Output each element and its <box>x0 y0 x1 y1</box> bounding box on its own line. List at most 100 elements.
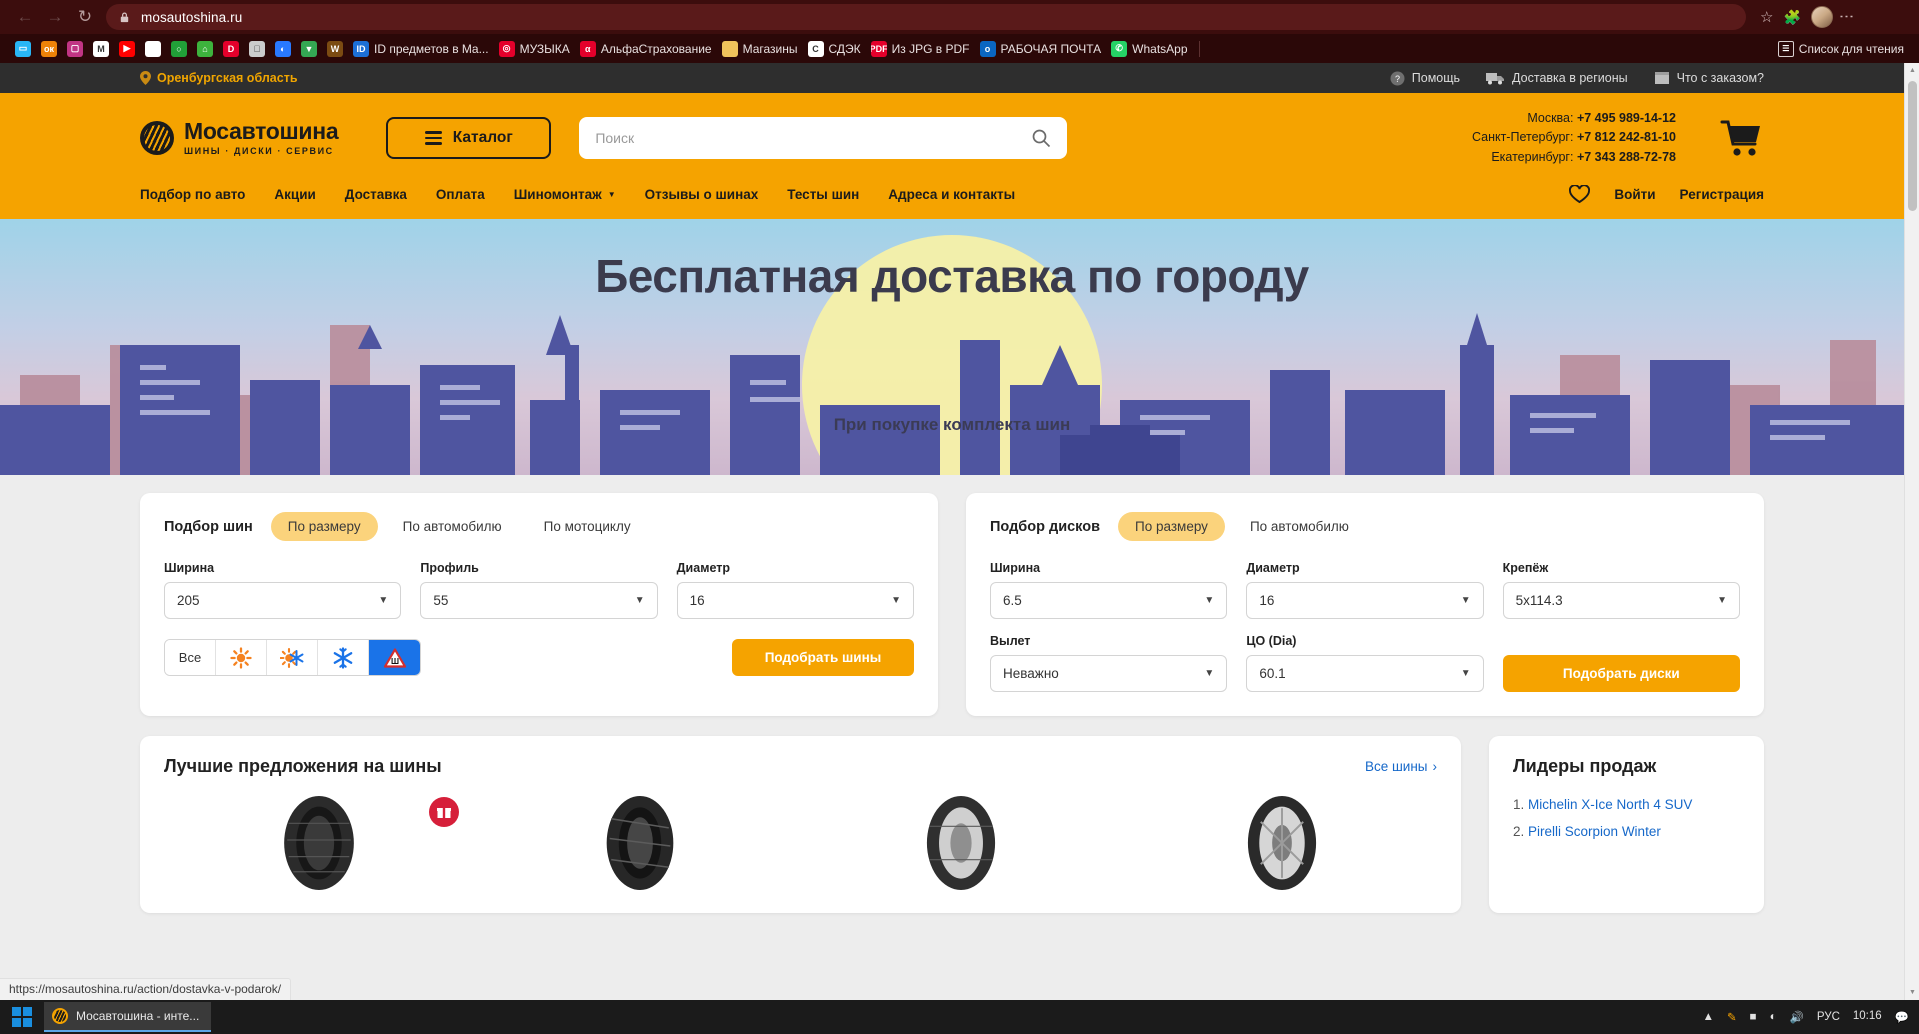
bookmark-item[interactable]: Магазины <box>717 38 803 60</box>
tire-card-1[interactable] <box>164 793 473 893</box>
site-logo[interactable]: Мосавтошина ШИНЫ · ДИСКИ · СЕРВИС <box>140 120 339 156</box>
tire-card-4[interactable] <box>1128 793 1437 893</box>
phone-row-ekb[interactable]: Екатеринбург: +7 343 288-72-78 <box>1472 148 1676 167</box>
nav-item-3[interactable]: Доставка <box>345 187 407 202</box>
tire-diameter-select[interactable]: 16 ▼ <box>676 582 914 619</box>
register-link[interactable]: Регистрация <box>1680 187 1764 202</box>
bookmark-item[interactable]: ▢ <box>62 38 88 60</box>
chevron-up-icon[interactable]: ▲ <box>1703 1011 1714 1023</box>
disc-offset-select[interactable]: Неважно ▼ <box>990 655 1228 692</box>
geo-selector[interactable]: Оренбургская область <box>140 71 298 85</box>
regional-delivery-link[interactable]: Доставка в регионы <box>1486 71 1628 85</box>
bookmark-item[interactable]: ⌂ <box>192 38 218 60</box>
search-icon[interactable] <box>1031 128 1051 148</box>
disc-submit-button[interactable]: Подобрать диски <box>1502 655 1740 692</box>
nav-item-6[interactable]: Отзывы о шинах <box>645 187 759 202</box>
bookmark-item[interactable]: ○ <box>166 38 192 60</box>
forward-arrow-icon[interactable]: → <box>40 2 70 32</box>
nav-item-5[interactable]: Шиномонтаж ▼ <box>514 187 616 202</box>
volume-icon[interactable]: 🔊 <box>1790 1010 1804 1024</box>
search-box[interactable] <box>579 117 1068 159</box>
help-link[interactable]: ? Помощь <box>1390 71 1460 86</box>
windows-start-icon[interactable] <box>0 1000 44 1034</box>
bookmark-item[interactable]: M <box>88 38 114 60</box>
avatar-icon[interactable] <box>1810 6 1833 28</box>
nav-item-7[interactable]: Тесты шин <box>787 187 859 202</box>
notification-icon[interactable]: 💬 <box>1895 1010 1909 1024</box>
tire-profile-select[interactable]: 55 ▼ <box>420 582 658 619</box>
bookmark-item[interactable]: o РАБОЧАЯ ПОЧТА <box>975 38 1107 60</box>
bookmark-item[interactable]: ▶ <box>114 38 140 60</box>
list-item[interactable]: 2. Pirelli Scorpion Winter <box>1513 818 1740 845</box>
scrollbar-thumb[interactable] <box>1908 81 1917 211</box>
season-allweather-button[interactable] <box>267 640 318 675</box>
back-arrow-icon[interactable]: ← <box>10 2 40 32</box>
tire-cards-row <box>164 793 1437 893</box>
catalog-button[interactable]: Каталог <box>386 117 552 159</box>
tire-tab-by-car[interactable]: По автомобилю <box>386 512 519 541</box>
login-link[interactable]: Войти <box>1614 187 1655 202</box>
taskbar-clock[interactable]: 10:16 <box>1853 1010 1882 1023</box>
tire-width-select[interactable]: 205 ▼ <box>164 582 402 619</box>
list-item[interactable]: 1. Michelin X-Ice North 4 SUV <box>1513 791 1740 818</box>
cart-button[interactable] <box>1718 116 1764 160</box>
order-status-link[interactable]: Что с заказом? <box>1654 71 1764 85</box>
taskbar-item-browser[interactable]: Мосавтошина - инте... <box>44 1002 212 1032</box>
season-studded-button[interactable]: Ш <box>369 640 420 675</box>
disc-tab-by-car[interactable]: По автомобилю <box>1233 512 1366 541</box>
search-input[interactable] <box>595 130 1032 146</box>
bookmark-item[interactable]: D <box>218 38 244 60</box>
bookmark-item[interactable]: α АльфаСтрахование <box>575 38 717 60</box>
pen-icon[interactable]: ✎ <box>1727 1010 1737 1024</box>
star-icon[interactable]: ☆ <box>1760 8 1773 26</box>
season-summer-button[interactable] <box>216 640 267 675</box>
disc-diameter-select[interactable]: 16 ▼ <box>1246 582 1484 619</box>
bookmark-item[interactable]: C СДЭК <box>803 38 866 60</box>
tire-card-3[interactable] <box>807 793 1116 893</box>
disc-dia-select[interactable]: 60.1 ▼ <box>1246 655 1484 692</box>
bookmark-item[interactable]: ок <box>36 38 62 60</box>
leader-link-1[interactable]: Michelin X-Ice North 4 SUV <box>1528 797 1692 812</box>
bookmark-item[interactable]: PDF Из JPG в PDF <box>866 38 975 60</box>
tire-tab-by-moto[interactable]: По мотоциклу <box>527 512 648 541</box>
bookmark-item[interactable]: ✆ WhatsApp <box>1106 38 1192 60</box>
season-all-button[interactable]: Все <box>165 640 216 675</box>
bookmark-item[interactable]: ◐ <box>270 38 296 60</box>
bookmark-item[interactable] <box>140 38 166 60</box>
hero-banner[interactable]: Бесплатная доставка по городу При покупк… <box>0 219 1904 475</box>
bookmark-item[interactable]: ◎ МУЗЫКА <box>494 38 575 60</box>
disc-tab-by-size[interactable]: По размеру <box>1118 512 1225 541</box>
best-offers-header: Лучшие предложения на шины Все шины › <box>164 756 1437 777</box>
leader-link-2[interactable]: Pirelli Scorpion Winter <box>1528 824 1661 839</box>
nav-item-1[interactable]: Подбор по авто <box>140 187 245 202</box>
bookmark-item[interactable]: ▼ <box>296 38 322 60</box>
all-tires-link[interactable]: Все шины › <box>1365 759 1437 774</box>
nav-item-8[interactable]: Адреса и контакты <box>888 187 1015 202</box>
battery-icon[interactable]: ■ <box>1750 1011 1757 1023</box>
bookmark-item[interactable]: W <box>322 38 348 60</box>
bookmark-item[interactable]:  <box>244 38 270 60</box>
nav-item-2[interactable]: Акции <box>274 187 315 202</box>
bookmark-item[interactable]: ID ID предметов в Ma... <box>348 38 494 60</box>
disc-bolt-select[interactable]: 5x114.3 ▼ <box>1502 582 1740 619</box>
kebab-menu-icon[interactable]: ⋮ <box>1838 9 1855 25</box>
phone-row-spb[interactable]: Санкт-Петербург: +7 812 242-81-10 <box>1472 128 1676 147</box>
scroll-down-icon[interactable]: ▼ <box>1905 985 1919 1000</box>
reload-icon[interactable]: ↻ <box>70 2 100 32</box>
disc-width-select[interactable]: 6.5 ▼ <box>990 582 1228 619</box>
language-indicator[interactable]: РУС <box>1817 1011 1840 1023</box>
nav-item-4[interactable]: Оплата <box>436 187 485 202</box>
tire-tab-by-size[interactable]: По размеру <box>270 512 378 541</box>
heart-icon[interactable] <box>1569 184 1591 204</box>
season-winter-button[interactable] <box>318 640 369 675</box>
scroll-up-icon[interactable]: ▲ <box>1905 63 1919 78</box>
tire-submit-button[interactable]: Подобрать шины <box>732 639 914 676</box>
puzzle-icon[interactable]: 🧩 <box>1783 9 1800 26</box>
phone-row-moscow[interactable]: Москва: +7 495 989-14-12 <box>1472 109 1676 128</box>
reading-list-button[interactable]: ☰ Список для чтения <box>1773 38 1909 60</box>
bookmark-item[interactable]: ▭ <box>10 38 36 60</box>
page-scrollbar[interactable]: ▲ ▼ <box>1904 63 1919 1000</box>
address-bar[interactable]: mosautoshina.ru <box>106 4 1746 30</box>
wifi-icon[interactable]: ◐ <box>1770 1011 1777 1023</box>
tire-card-2[interactable] <box>485 793 794 893</box>
